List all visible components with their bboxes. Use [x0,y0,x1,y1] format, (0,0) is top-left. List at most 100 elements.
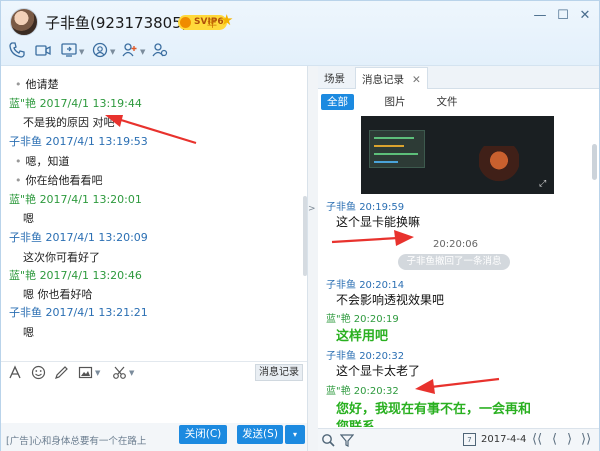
close-tab-icon[interactable]: ✕ [412,74,421,86]
history-panel: 场景 消息记录 ✕ 全部 图片 文件 ⤢ 子非鱼 20:19:59 这个显卡能换嘛 [318,66,599,451]
group-icon[interactable] [152,42,168,58]
filter-all[interactable]: 全部 [321,94,354,110]
star-icon[interactable]: ★ [220,11,233,29]
sender-name[interactable]: 蓝"艳 [326,386,351,397]
filter-files[interactable]: 文件 [436,94,458,110]
ad-text[interactable]: [广告]心和身体总要有一个在路上 [6,433,146,447]
thumbnail-line [374,161,398,163]
send-options-dropdown[interactable]: ▾ [285,425,305,444]
recall-notice: 子非鱼撤回了一条消息 [398,254,510,270]
thumbnail-figure [479,146,519,182]
close-button[interactable]: 关闭(C) [179,425,227,444]
message-text: 嗯 [23,326,34,339]
annotation-arrow [105,115,197,145]
tab-scene[interactable]: 场景 [324,71,345,86]
message-time: 20:20:19 [353,314,399,325]
message-time: 20:20:14 [359,280,405,291]
invite-icon[interactable] [122,42,138,58]
sender-name[interactable]: 子非鱼 [9,231,42,244]
send-button[interactable]: 发送(S) [237,425,283,444]
screenshot-thumbnail[interactable]: ⤢ [361,116,554,194]
chevron-down-icon[interactable]: ▼ [129,369,134,377]
sender-name[interactable]: 子非鱼 [326,202,356,213]
sender-name[interactable]: 子非鱼 [326,280,356,291]
minimize-button[interactable]: — [532,8,548,24]
sender-name[interactable]: 子非鱼 [326,351,356,362]
sender-name[interactable]: 子非鱼 [9,135,42,148]
chat-window: 子非鱼(923173805) SVIP6 年 ★ — ☐ ✕ ▼ ▼ ▼ • 他… [0,0,600,451]
scissors-icon[interactable] [112,365,127,380]
panel-tabs: 场景 消息记录 ✕ [318,66,599,89]
chevron-down-icon[interactable]: ▼ [140,48,145,56]
message-header: 子非鱼 20:19:59 [326,198,600,213]
message-text: 嗯 你也看好哈 [23,288,93,301]
message-header: 子非鱼 2017/4/1 13:20:09 [9,229,307,245]
message-time: 2017/4/1 13:20:01 [39,193,142,206]
calendar-icon[interactable]: 7 [463,433,476,446]
tab-label: 消息记录 [362,74,404,86]
prev-page-button[interactable]: ⟨ [552,432,557,447]
close-window-button[interactable]: ✕ [577,8,593,24]
filter-funnel-icon[interactable] [339,433,355,447]
chat-history[interactable]: 他请楚 蓝"艳 2017/4/1 13:19:44 不是我的原因 对吧 子非鱼 … [1,66,307,361]
phone-icon[interactable] [9,42,25,58]
annotation-arrow [415,377,500,394]
message-time: 20:20:32 [359,351,405,362]
history-bottom-bar: 7 2017-4-4 ⟨⟨ ⟨ ⟩ ⟩⟩ [318,428,599,451]
thumbnail-content [369,130,425,168]
message-text: 嗯，知道 [15,153,307,169]
avatar[interactable] [10,8,38,36]
message-header: 蓝"艳 2017/4/1 13:20:01 [9,191,307,207]
video-icon[interactable] [35,42,51,58]
filter-images[interactable]: 图片 [384,94,406,110]
message-text: 你在给他看看吧 [15,172,307,188]
thumbnail-line [374,153,418,155]
history-button-label: 消息记录 [259,367,299,378]
tab-message-history[interactable]: 消息记录 ✕ [355,67,428,89]
font-icon[interactable] [8,365,23,380]
message-text: 嗯 [23,212,34,225]
panel-splitter[interactable]: > [307,66,318,451]
message-header: 子非鱼 20:20:14 [326,276,600,291]
window-header: 子非鱼(923173805) SVIP6 年 ★ — ☐ ✕ ▼ ▼ ▼ [1,1,599,66]
emoji-icon[interactable] [31,365,46,380]
message-time: 20:19:59 [359,202,405,213]
sender-name[interactable]: 蓝"艳 [326,314,351,325]
search-icon[interactable] [321,433,335,447]
message-header: 子非鱼 2017/4/1 13:21:21 [9,304,307,320]
message-input[interactable] [1,383,307,423]
add-contact-icon[interactable] [92,42,108,58]
message-text: 他请楚 [15,76,307,92]
image-icon[interactable] [78,365,93,380]
maximize-button[interactable]: ☐ [555,8,571,24]
chevron-down-icon[interactable]: ▼ [79,48,84,56]
bottom-bar: [广告]心和身体总要有一个在路上 关闭(C) 发送(S) ▾ [1,423,307,451]
message-header: 子非鱼 20:20:32 [326,347,600,362]
sender-name[interactable]: 蓝"艳 [9,97,36,110]
chevron-down-icon[interactable]: ▼ [110,48,115,56]
screen-share-icon[interactable] [61,42,77,58]
next-page-button[interactable]: ⟩ [567,432,572,447]
sender-name[interactable]: 蓝"艳 [9,269,36,282]
chevron-down-icon[interactable]: ▼ [95,369,100,377]
message-time: 2017/4/1 13:20:46 [39,269,142,282]
year-badge: 年 [207,19,217,30]
sender-name[interactable]: 蓝"艳 [9,193,36,206]
message-time: 20:20:32 [353,386,399,397]
message-text: 不会影响透视效果吧 [336,293,445,307]
sender-name[interactable]: 子非鱼 [9,306,42,319]
message-time: 2017/4/1 13:21:21 [45,306,148,319]
chevron-right-icon[interactable]: > [308,204,316,214]
thumbnail-line [374,137,414,139]
expand-icon[interactable]: ⤢ [539,179,549,189]
pen-icon[interactable] [54,365,69,380]
first-page-button[interactable]: ⟨⟨ [532,432,542,447]
history-date[interactable]: 2017-4-4 [481,434,526,445]
message-history-button[interactable]: 消息记录▾ [255,364,303,392]
last-page-button[interactable]: ⟩⟩ [581,432,591,447]
contact-title[interactable]: 子非鱼(923173805) [45,12,188,33]
message-header: 蓝"艳 2017/4/1 13:20:46 [9,267,307,283]
message-text: 您好，我现在有事不在，一会再和 [336,402,532,417]
message-header: 蓝"艳 20:20:19 [326,310,600,325]
scrollbar[interactable] [592,144,597,180]
